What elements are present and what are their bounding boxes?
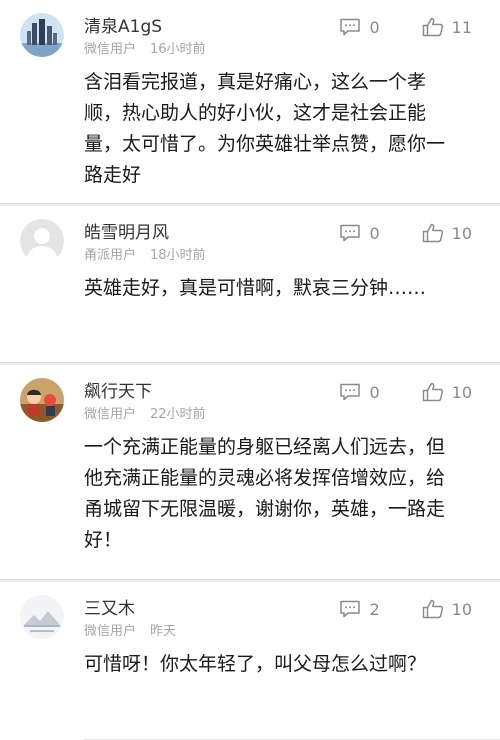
comment-actions: 0 10 — [339, 382, 472, 402]
comment-text: 可惜呀！你太年轻了，叫父母怎么过啊？ — [84, 653, 427, 675]
thumbs-up-icon — [422, 382, 443, 402]
cartoon-avatar-icon — [20, 378, 64, 422]
user-source: 微信用户 — [84, 42, 137, 57]
default-user-avatar-icon — [20, 219, 64, 263]
reply-button[interactable]: 0 — [339, 17, 380, 37]
username[interactable]: 皓雪明月风 — [84, 218, 169, 243]
username[interactable]: 三又木 — [84, 594, 135, 619]
comment-bubble-icon — [340, 18, 361, 36]
reply-count: 2 — [369, 599, 380, 619]
reply-count: 0 — [369, 382, 380, 402]
comment-meta: 微信用户 16小时前 — [84, 38, 206, 57]
user-source: 甬派用户 — [84, 248, 137, 263]
user-source: 微信用户 — [84, 407, 137, 422]
comment-meta: 甬派用户 18小时前 — [84, 244, 206, 263]
user-avatar[interactable] — [20, 595, 64, 639]
comment-time: 22小时前 — [150, 407, 206, 422]
comment-item: 飙行天下 微信用户 22小时前 0 10 一个充满正能量的身躯已经离人们远去，但他… — [0, 365, 500, 579]
user-avatar[interactable] — [20, 219, 64, 263]
like-count: 11 — [451, 17, 472, 37]
thumbs-up-icon — [422, 223, 443, 243]
reply-button[interactable]: 2 — [339, 599, 380, 619]
comment-bubble-icon — [340, 600, 361, 618]
like-count: 10 — [451, 382, 472, 402]
like-count: 10 — [451, 223, 472, 243]
like-count: 10 — [451, 599, 472, 619]
comment-text: 一个充满正能量的身躯已经离人们远去，但他充满正能量的灵魂必将发挥倍增效应，给甬城… — [84, 436, 446, 551]
comment-item: 清泉A1gS 微信用户 16小时前 0 11 含泪看完报道，真是好痛心，这么一个孝… — [0, 0, 500, 203]
comment-bubble-icon — [340, 224, 361, 242]
comment-actions: 0 11 — [339, 17, 472, 37]
like-button[interactable]: 11 — [422, 17, 472, 37]
comment-item: 三又木 微信用户 昨天 2 10 可惜呀！你太年轻了，叫父母怎么过啊？ — [0, 582, 500, 740]
like-button[interactable]: 10 — [422, 223, 472, 243]
reply-count: 0 — [369, 223, 380, 243]
reply-button[interactable]: 0 — [339, 223, 380, 243]
comment-actions: 0 10 — [339, 223, 472, 243]
thumbs-up-icon — [422, 599, 443, 619]
like-button[interactable]: 10 — [422, 382, 472, 402]
comment-meta: 微信用户 22小时前 — [84, 403, 206, 422]
thumbs-up-icon — [422, 17, 443, 37]
reply-count: 0 — [369, 17, 380, 37]
comment-bubble-icon — [340, 383, 361, 401]
user-source: 微信用户 — [84, 624, 137, 639]
user-avatar[interactable] — [20, 13, 64, 57]
like-button[interactable]: 10 — [422, 599, 472, 619]
comment-item: 皓雪明月风 甬派用户 18小时前 0 10 英雄走好，真是可惜啊，默哀三分钟…… — [0, 206, 500, 362]
comment-text: 含泪看完报道，真是好痛心，这么一个孝顺，热心助人的好小伙，这才是社会正能量，太可… — [84, 71, 446, 186]
comment-actions: 2 10 — [339, 599, 472, 619]
reply-button[interactable]: 0 — [339, 382, 380, 402]
comment-time: 18小时前 — [150, 248, 206, 263]
username[interactable]: 飙行天下 — [84, 377, 152, 402]
city-skyline-avatar-icon — [20, 13, 64, 57]
comment-time: 16小时前 — [150, 42, 206, 57]
comment-time: 昨天 — [150, 624, 177, 639]
username[interactable]: 清泉A1gS — [84, 12, 162, 37]
landscape-avatar-icon — [20, 595, 64, 639]
user-avatar[interactable] — [20, 378, 64, 422]
comment-text: 英雄走好，真是可惜啊，默哀三分钟…… — [84, 277, 427, 299]
comment-meta: 微信用户 昨天 — [84, 620, 176, 639]
